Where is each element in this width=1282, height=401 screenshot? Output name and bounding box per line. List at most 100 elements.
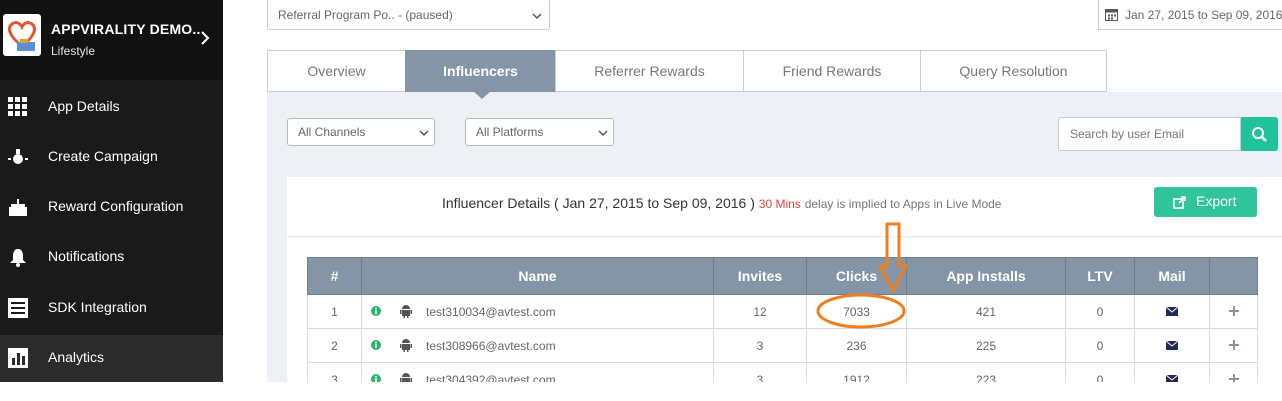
search-input[interactable] [1058,117,1241,151]
grid-icon [7,96,29,118]
program-select[interactable]: Referral Program Po.. - (paused) [267,0,550,30]
row-installs: 223 [906,362,1066,397]
row-ltv: 0 [1065,294,1135,329]
info-icon[interactable] [371,374,381,384]
plus-icon[interactable] [1228,305,1239,316]
row-clicks: 236 [806,328,907,363]
column-header-clicks[interactable]: Clicks [806,257,907,295]
chevron-down-icon [532,13,542,20]
sidebar-item-label: Reward Configuration [48,198,184,214]
column-header-app-installs[interactable]: App Installs [906,257,1066,295]
row-ltv: 0 [1065,362,1135,397]
row-invites: 12 [713,294,807,329]
row-invites: 3 [713,328,807,363]
android-icon [400,305,412,318]
row-clicks: 1912 [806,362,907,397]
column-header-expand [1209,257,1258,295]
info-icon[interactable] [371,340,381,350]
calendar-icon [1105,9,1118,21]
sidebar-item-app-details[interactable]: App Details [0,84,223,131]
gutter [223,0,245,382]
chevron-right-icon[interactable] [198,29,212,47]
column-header-name[interactable]: Name [361,257,714,295]
mail-icon[interactable] [1166,340,1178,350]
row-number: 2 [307,328,362,363]
sidebar: APPVIRALITY DEMO.. Lifestyle App Details [0,0,223,382]
search-icon [1252,127,1267,142]
user-email: test308966@avtest.com [426,339,556,353]
plus-icon[interactable] [1228,373,1239,384]
date-range-value: Jan 27, 2015 to Sep 09, 2016 [1125,8,1282,22]
table-header-row: # Name Invites Clicks App Installs LTV M… [307,257,1258,295]
tab-friend-rewards[interactable]: Friend Rewards [743,50,921,92]
search-button[interactable] [1241,117,1278,151]
row-ltv: 0 [1065,328,1135,363]
tab-query-resolution[interactable]: Query Resolution [920,50,1107,92]
tab-influencers[interactable]: Influencers [405,50,556,92]
sidebar-item-reward-configuration[interactable]: Reward Configuration [0,184,223,231]
tab-overview[interactable]: Overview [267,50,406,92]
date-range-picker[interactable]: Jan 27, 2015 to Sep 09, 2016 [1098,0,1282,30]
tab-referrer-rewards[interactable]: Referrer Rewards [555,50,744,92]
title-prefix: Influencer Details ( [442,195,559,211]
row-installs: 225 [906,328,1066,363]
app-logo [3,14,41,56]
export-label: Export [1196,193,1237,209]
row-expand [1209,362,1258,397]
row-mail [1134,328,1210,363]
sidebar-item-label: Notifications [48,248,125,264]
app-root: APPVIRALITY DEMO.. Lifestyle App Details [0,0,1282,401]
user-email: test304392@avtest.com [426,373,556,387]
title-range: Jan 27, 2015 to Sep 09, 2016 [562,195,747,211]
platforms-select-value: All Platforms [476,125,544,139]
column-header-ltv[interactable]: LTV [1065,257,1135,295]
row-mail [1134,362,1210,397]
android-icon [400,339,412,352]
user-email: test310034@avtest.com [426,305,556,319]
influencers-table: # Name Invites Clicks App Installs LTV M… [307,257,1258,397]
row-expand [1209,294,1258,329]
sidebar-item-create-campaign[interactable]: Create Campaign [0,134,223,181]
channels-select-value: All Channels [298,125,366,139]
column-header-invites[interactable]: Invites [713,257,807,295]
platforms-select[interactable]: All Platforms [465,118,614,146]
mail-icon[interactable] [1166,306,1178,316]
table-row: 1 test310034@avtest.com 12 7033 421 0 [307,294,1258,329]
app-category: Lifestyle [51,44,96,58]
title-suffix: ) [750,195,755,211]
export-button[interactable]: Export [1154,187,1257,217]
bulb-icon [7,146,29,168]
mail-icon[interactable] [1166,374,1178,384]
row-expand [1209,328,1258,363]
table-row: 2 test308966@avtest.com 3 236 225 0 [307,328,1258,363]
bar-chart-icon [7,347,29,369]
brand-header[interactable]: APPVIRALITY DEMO.. Lifestyle [0,0,223,80]
row-clicks: 7033 [806,294,907,329]
sidebar-item-label: App Details [48,98,120,114]
program-select-value: Referral Program Po.. - (paused) [278,8,453,22]
row-number: 3 [307,362,362,397]
app-name: APPVIRALITY DEMO.. [51,21,201,37]
row-installs: 421 [906,294,1066,329]
table-row: 3 test304392@avtest.com 3 1912 223 0 [307,362,1258,397]
info-icon[interactable] [371,306,381,316]
sidebar-item-label: Create Campaign [48,148,158,164]
sidebar-item-notifications[interactable]: Notifications [0,234,223,281]
plus-icon[interactable] [1228,339,1239,350]
row-name-cell: test308966@avtest.com [361,328,714,363]
sidebar-item-sdk-integration[interactable]: SDK Integration [0,285,223,332]
channels-select[interactable]: All Channels [287,118,435,146]
android-icon [400,373,412,386]
column-header-mail: Mail [1134,257,1210,295]
row-number: 1 [307,294,362,329]
bell-icon [7,246,29,268]
chevron-down-icon [598,130,608,137]
row-invites: 3 [713,362,807,397]
delay-note: delay is implied to Apps in Live Mode [804,197,1002,211]
cake-icon [7,196,29,218]
sidebar-item-analytics[interactable]: Analytics [0,335,223,382]
row-name-cell: test310034@avtest.com [361,294,714,329]
sidebar-item-label: Analytics [48,349,105,365]
export-icon [1173,196,1186,209]
card-title: Influencer Details ( Jan 27, 2015 to Sep… [442,195,1001,211]
